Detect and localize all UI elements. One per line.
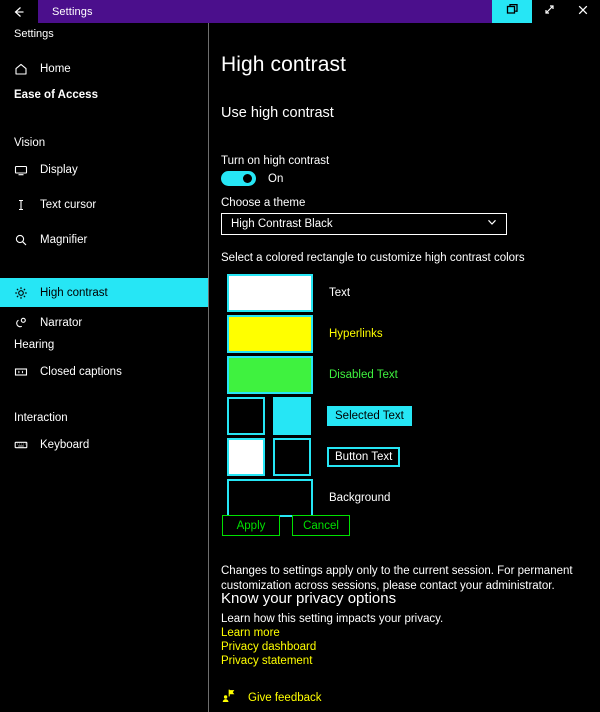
sidebar-category: Ease of Access (14, 89, 98, 101)
restore-button[interactable] (492, 0, 532, 23)
sidebar-item-label-display: Display (40, 163, 78, 176)
sidebar-group-hearing: Hearing (14, 339, 55, 351)
swatch-background[interactable] (227, 479, 313, 517)
privacy-subtext: Learn how this setting impacts your priv… (221, 613, 444, 625)
chevron-down-icon (486, 215, 498, 233)
restore-window-icon (506, 3, 519, 21)
window-title: Settings (52, 5, 93, 18)
theme-label: Choose a theme (221, 197, 306, 209)
sidebar-item-magnifier[interactable]: Magnifier (0, 225, 208, 254)
swatch-selected-text-foreground[interactable] (227, 397, 265, 435)
sidebar-item-label-high-contrast: High contrast (40, 286, 108, 299)
caption-buttons (492, 0, 600, 23)
swatch-row-text: Text (227, 274, 350, 312)
close-window-icon (577, 3, 589, 21)
sidebar-app-name: Settings (14, 28, 54, 40)
sidebar-item-display[interactable]: Display (0, 155, 208, 184)
keyboard-icon (14, 438, 36, 452)
main-content: High contrast Use high contrast Turn on … (209, 23, 600, 712)
toggle-label: Turn on high contrast (221, 155, 330, 167)
swatch-label-background: Background (329, 492, 391, 504)
link-privacy-statement[interactable]: Privacy statement (221, 655, 316, 668)
swatch-row-selected-text: Selected Text (227, 397, 412, 435)
window-title-strip: Settings (38, 0, 492, 23)
cancel-button[interactable]: Cancel (292, 515, 350, 536)
sidebar-item-closed-captions[interactable]: Closed captions (0, 357, 208, 386)
back-button[interactable] (0, 0, 38, 23)
sidebar-group-interaction: Interaction (14, 412, 68, 424)
sidebar-item-home[interactable]: Home (0, 54, 208, 83)
give-feedback-button[interactable]: Give feedback (221, 688, 322, 708)
privacy-heading: Know your privacy options (221, 590, 397, 607)
swatch-label-button-text: Button Text (327, 447, 401, 467)
sidebar-item-narrator[interactable]: Narrator (0, 308, 208, 337)
sidebar: Settings Home Ease of Access Vision Disp… (0, 23, 208, 712)
swatch-label-selected-text: Selected Text (327, 406, 412, 426)
swatch-row-disabled-text: Disabled Text (227, 356, 398, 394)
swatch-hyperlinks[interactable] (227, 315, 313, 353)
sidebar-item-keyboard[interactable]: Keyboard (0, 430, 208, 459)
sidebar-item-high-contrast[interactable]: High contrast (0, 278, 208, 307)
sidebar-item-label-magnifier: Magnifier (40, 233, 88, 246)
link-learn-more[interactable]: Learn more (221, 627, 316, 640)
sidebar-item-label-text-cursor: Text cursor (40, 198, 97, 211)
home-icon (14, 62, 36, 76)
give-feedback-label: Give feedback (248, 692, 322, 704)
swatch-label-hyperlinks: Hyperlinks (329, 328, 383, 340)
sidebar-group-vision: Vision (14, 137, 46, 149)
title-bar: Settings (0, 0, 600, 23)
magnifier-icon (14, 233, 36, 247)
action-button-row: Apply Cancel (222, 515, 350, 536)
privacy-links: Learn more Privacy dashboard Privacy sta… (221, 627, 316, 669)
sidebar-item-label-keyboard: Keyboard (40, 438, 90, 451)
settings-window: Settings Settings Home Ease of Access Vi… (0, 0, 600, 712)
swatch-selected-text-background[interactable] (273, 397, 311, 435)
high-contrast-toggle[interactable] (221, 171, 256, 186)
toggle-state-label: On (268, 172, 284, 185)
theme-dropdown[interactable]: High Contrast Black (221, 213, 507, 235)
link-privacy-dashboard[interactable]: Privacy dashboard (221, 641, 316, 654)
back-arrow-icon (12, 5, 26, 19)
swatch-button-text-foreground[interactable] (227, 438, 265, 476)
feedback-person-icon (221, 688, 236, 708)
toggle-knob (243, 174, 252, 183)
swatch-disabled-text[interactable] (227, 356, 313, 394)
swatch-label-text: Text (329, 287, 351, 299)
maximize-window-icon (543, 3, 556, 21)
swatch-row-hyperlinks: Hyperlinks (227, 315, 383, 353)
sidebar-item-label-closed-captions: Closed captions (40, 365, 122, 378)
monitor-icon (14, 163, 36, 177)
swatch-label-disabled-text: Disabled Text (329, 369, 398, 381)
section-title: Use high contrast (221, 105, 334, 121)
apply-button[interactable]: Apply (222, 515, 280, 536)
swatch-helper-text: Select a colored rectangle to customize … (221, 252, 525, 264)
swatch-button-text-background[interactable] (273, 438, 311, 476)
closed-captions-icon (14, 365, 36, 379)
swatch-row-background: Background (227, 479, 390, 517)
narrator-icon (14, 316, 36, 330)
theme-dropdown-value: High Contrast Black (231, 218, 333, 230)
high-contrast-toggle-wrap: On (221, 171, 283, 186)
text-cursor-icon (14, 198, 36, 212)
sidebar-item-text-cursor[interactable]: Text cursor (0, 190, 208, 219)
maximize-button[interactable] (532, 0, 566, 23)
brightness-icon (14, 286, 36, 300)
swatch-row-button-text: Button Text (227, 438, 401, 476)
page-title: High contrast (221, 53, 347, 76)
close-button[interactable] (566, 0, 600, 23)
sidebar-item-label-home: Home (40, 62, 71, 75)
sidebar-item-label-narrator: Narrator (40, 316, 83, 329)
swatch-text[interactable] (227, 274, 313, 312)
